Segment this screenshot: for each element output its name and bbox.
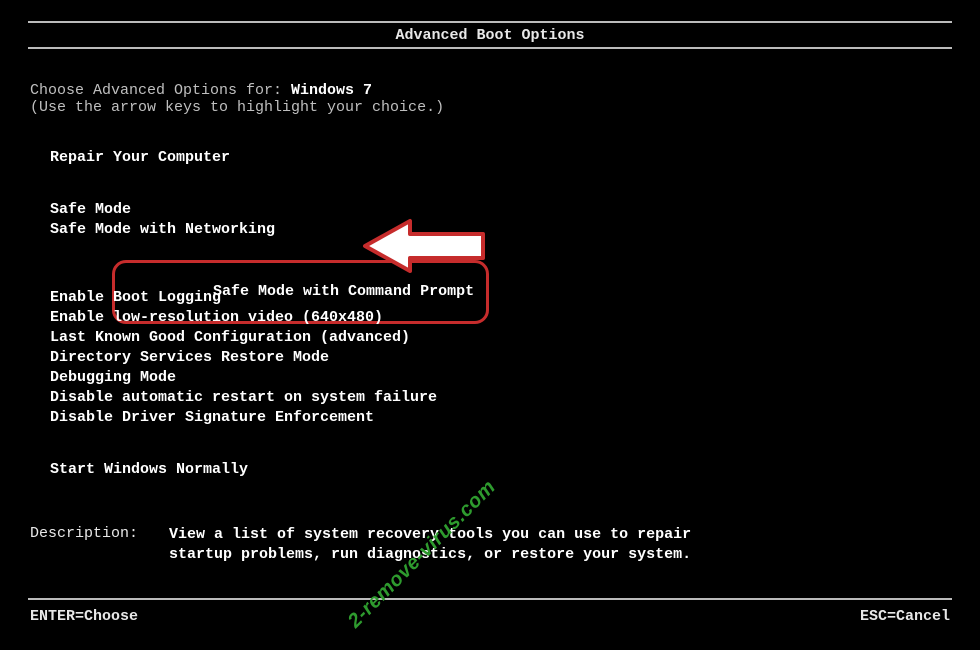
choose-line: Choose Advanced Options for: Windows 7: [30, 82, 489, 99]
menu-lkgc[interactable]: Last Known Good Configuration (advanced): [50, 328, 489, 348]
menu-no-auto-restart[interactable]: Disable automatic restart on system fail…: [50, 388, 489, 408]
description-text: View a list of system recovery tools you…: [169, 525, 729, 565]
menu-low-res[interactable]: Enable low-resolution video (640x480): [50, 308, 489, 328]
footer-enter: ENTER=Choose: [30, 608, 138, 625]
arrow-hint: (Use the arrow keys to highlight your ch…: [30, 99, 489, 116]
os-name: Windows 7: [291, 82, 372, 99]
description-label: Description:: [30, 525, 160, 542]
footer-esc: ESC=Cancel: [860, 608, 950, 625]
menu-start-normal[interactable]: Start Windows Normally: [50, 460, 489, 480]
menu-debug[interactable]: Debugging Mode: [50, 368, 489, 388]
menu-ds-restore[interactable]: Directory Services Restore Mode: [50, 348, 489, 368]
page-title: Advanced Boot Options: [0, 27, 980, 44]
boot-menu-screen: Advanced Boot Options Choose Advanced Op…: [0, 0, 980, 650]
menu-no-drv-sig[interactable]: Disable Driver Signature Enforcement: [50, 408, 489, 428]
top-border: [28, 21, 952, 23]
menu-repair[interactable]: Repair Your Computer: [50, 148, 489, 168]
arrow-icon: [355, 216, 495, 281]
choose-prefix: Choose Advanced Options for:: [30, 82, 291, 99]
menu: Repair Your Computer Safe Mode Safe Mode…: [50, 148, 489, 480]
content-area: Choose Advanced Options for: Windows 7 (…: [30, 82, 489, 480]
footer-border: [28, 598, 952, 600]
footer: ENTER=Choose ESC=Cancel: [30, 608, 950, 625]
menu-boot-logging[interactable]: Enable Boot Logging: [50, 288, 489, 308]
description-block: Description: View a list of system recov…: [30, 525, 729, 565]
title-underline: [28, 47, 952, 49]
